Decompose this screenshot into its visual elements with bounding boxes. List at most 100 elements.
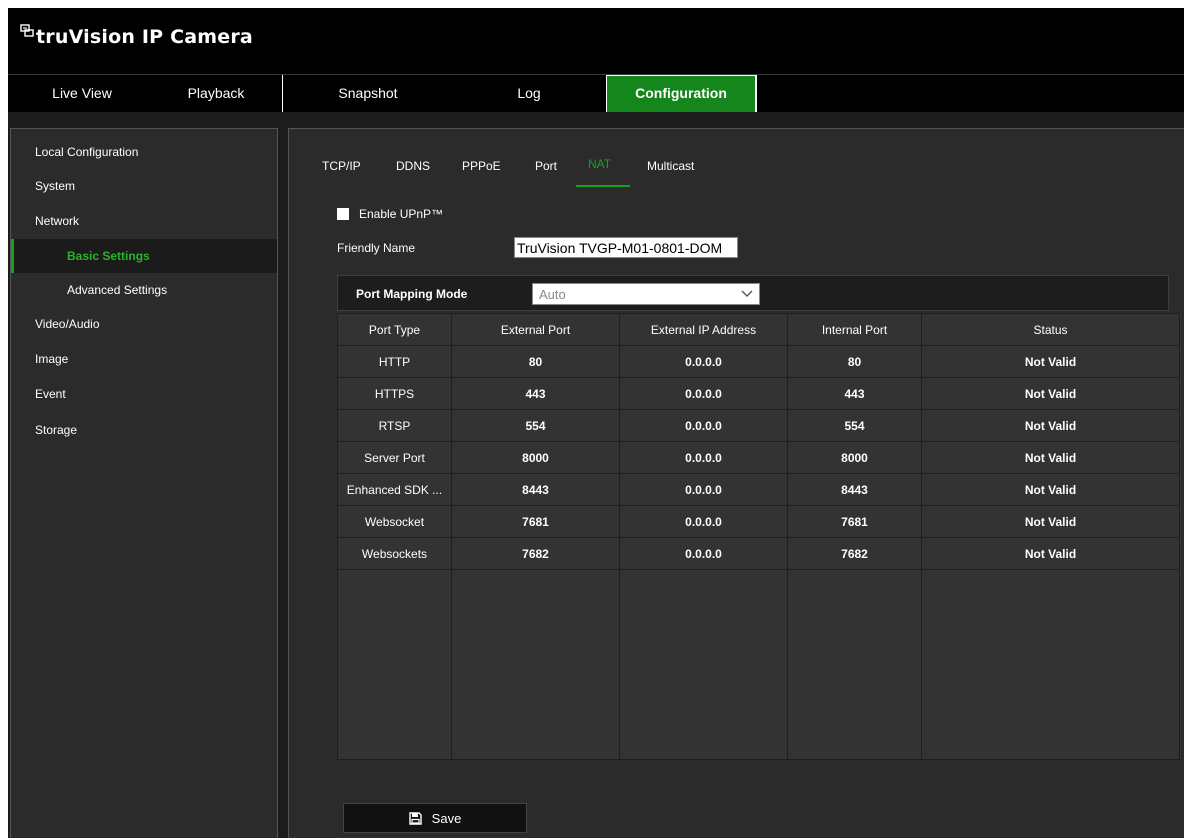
friendly-name-input[interactable] [514,237,738,258]
port-mapping-select[interactable]: Auto [532,283,760,305]
table-empty-area [337,569,1180,760]
sidebar-item-advanced-settings[interactable]: Advanced Settings [11,273,277,307]
cell-port-type: HTTP [337,345,452,378]
app-title: truVision IP Camera [36,26,253,48]
cell-internal-port: 7681 [787,505,922,538]
column-header-status: Status [921,313,1180,346]
table-row[interactable]: Websocket 7681 0.0.0.0 7681 Not Valid [337,505,1180,538]
cell-external-ip: 0.0.0.0 [619,473,788,506]
subtab-port[interactable]: Port [535,159,557,173]
cell-status: Not Valid [921,505,1180,538]
tab-playback[interactable]: Playback [156,75,276,112]
tab-snapshot[interactable]: Snapshot [283,75,453,112]
chevron-down-icon [741,290,753,297]
cell-external-port: 443 [451,377,620,410]
sidebar-item-label: Basic Settings [67,249,150,263]
sidebar-item-label: Event [35,387,66,401]
empty-cell [337,569,452,760]
cell-port-type: RTSP [337,409,452,442]
enable-upnp-label: Enable UPnP™ [359,207,444,221]
app-header: truVision IP Camera [8,8,1184,74]
sidebar-item-label: Network [35,214,80,228]
sidebar-item-network[interactable]: Network [11,204,277,238]
enable-upnp-row: Enable UPnP™ [337,207,443,221]
empty-cell [451,569,620,760]
cell-status: Not Valid [921,473,1180,506]
sidebar-item-image[interactable]: Image [11,342,277,376]
content-panel: TCP/IP DDNS PPPoE Port NAT Multicast Ena… [288,128,1184,838]
sidebar: Local Configuration System Network Basic… [10,128,278,838]
cell-external-port: 7682 [451,537,620,570]
cell-port-type: HTTPS [337,377,452,410]
save-button[interactable]: Save [343,803,527,833]
cell-internal-port: 554 [787,409,922,442]
subtab-nat[interactable]: NAT [588,157,611,171]
cell-port-type: Websocket [337,505,452,538]
table-row[interactable]: HTTP 80 0.0.0.0 80 Not Valid [337,345,1180,378]
column-header-port-type: Port Type [337,313,452,346]
column-header-internal-port: Internal Port [787,313,922,346]
cell-external-ip: 0.0.0.0 [619,537,788,570]
sidebar-item-label: Local Configuration [35,145,139,159]
sidebar-item-label: Image [35,352,69,366]
sidebar-item-event[interactable]: Event [11,377,277,411]
cell-port-type: Enhanced SDK ... [337,473,452,506]
floppy-disk-icon [408,811,422,825]
empty-cell [921,569,1180,760]
table-body: HTTP 80 0.0.0.0 80 Not Valid HTTPS 443 0.0.0.0 4… [337,345,1180,760]
cell-status: Not Valid [921,377,1180,410]
cell-external-ip: 0.0.0.0 [619,377,788,410]
port-mapping-label: Port Mapping Mode [356,287,468,301]
subtab-multicast[interactable]: Multicast [647,159,694,173]
table-row[interactable]: HTTPS 443 0.0.0.0 443 Not Valid [337,377,1180,410]
cell-internal-port: 7682 [787,537,922,570]
sidebar-item-system[interactable]: System [11,169,277,203]
cell-internal-port: 80 [787,345,922,378]
cell-external-port: 554 [451,409,620,442]
cell-external-ip: 0.0.0.0 [619,345,788,378]
empty-cell [619,569,788,760]
subtab-ddns[interactable]: DDNS [396,159,430,173]
cell-port-type: Server Port [337,441,452,474]
cell-external-port: 7681 [451,505,620,538]
cell-status: Not Valid [921,345,1180,378]
sidebar-item-video-audio[interactable]: Video/Audio [11,307,277,341]
cell-status: Not Valid [921,537,1180,570]
enable-upnp-checkbox[interactable] [337,208,349,220]
cell-internal-port: 8443 [787,473,922,506]
table-row[interactable]: Websockets 7682 0.0.0.0 7682 Not Valid [337,537,1180,570]
column-header-external-port: External Port [451,313,620,346]
tab-live-view[interactable]: Live View [8,75,156,112]
cell-status: Not Valid [921,409,1180,442]
active-subtab-indicator [576,185,630,187]
cell-status: Not Valid [921,441,1180,474]
camera-logo-icon [20,24,34,37]
subtab-tcp-ip[interactable]: TCP/IP [322,159,361,173]
empty-cell [787,569,922,760]
sidebar-item-label: Advanced Settings [67,283,168,297]
sidebar-item-label: Video/Audio [35,317,100,331]
table-row[interactable]: Server Port 8000 0.0.0.0 8000 Not Valid [337,441,1180,474]
sidebar-item-basic-settings[interactable]: Basic Settings [11,239,277,273]
cell-internal-port: 8000 [787,441,922,474]
table-row[interactable]: RTSP 554 0.0.0.0 554 Not Valid [337,409,1180,442]
app-logo: truVision IP Camera [20,24,253,48]
tab-log[interactable]: Log [453,75,605,112]
cell-external-port: 80 [451,345,620,378]
cell-external-ip: 0.0.0.0 [619,441,788,474]
tab-configuration[interactable]: Configuration [606,75,756,112]
table-header-row: Port Type External Port External IP Addr… [337,313,1180,346]
sidebar-item-storage[interactable]: Storage [11,413,277,447]
sidebar-item-local-configuration[interactable]: Local Configuration [11,135,277,169]
table-row[interactable]: Enhanced SDK ... 8443 0.0.0.0 8443 Not Valid [337,473,1180,506]
port-mapping-table: Port Type External Port External IP Addr… [337,313,1181,760]
friendly-name-label: Friendly Name [337,241,416,255]
sidebar-item-label: Storage [35,423,78,437]
cell-external-port: 8443 [451,473,620,506]
main-nav: Live View Playback Snapshot Log Configur… [8,74,1184,112]
cell-internal-port: 443 [787,377,922,410]
column-header-external-ip: External IP Address [619,313,788,346]
cell-external-ip: 0.0.0.0 [619,409,788,442]
port-mapping-row: Port Mapping Mode Auto [337,275,1169,311]
subtab-pppoe[interactable]: PPPoE [462,159,501,173]
